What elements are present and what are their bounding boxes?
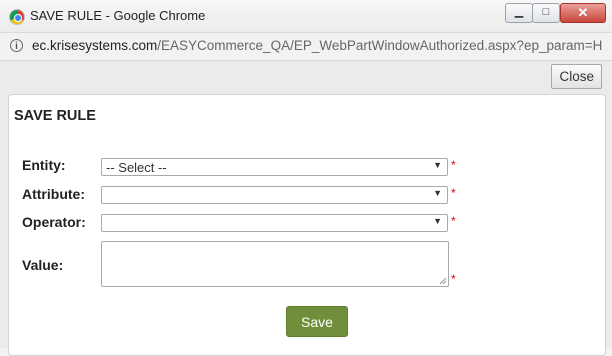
dropdown-arrow-icon: ▼ (433, 216, 442, 226)
chrome-icon (9, 9, 25, 25)
attribute-select[interactable]: ▼ (101, 186, 448, 204)
panel-title: SAVE RULE (14, 108, 96, 124)
window-titlebar: SAVE RULE - Google Chrome ▁ □ ✕ (0, 0, 612, 33)
value-label: Value: (22, 257, 64, 273)
operator-select[interactable]: ▼ (101, 214, 448, 232)
info-icon[interactable]: i (10, 39, 23, 52)
operator-label: Operator: (22, 214, 86, 230)
entity-label: Entity: (22, 157, 66, 173)
entity-select[interactable]: -- Select -- ▼ (101, 158, 448, 176)
required-marker: * (451, 272, 456, 286)
entity-select-value: -- Select -- (106, 160, 167, 175)
maximize-button[interactable]: □ (532, 3, 560, 23)
window-title: SAVE RULE - Google Chrome (30, 8, 206, 23)
save-rule-panel: SAVE RULE Entity: -- Select -- ▼ * Attri… (8, 94, 606, 356)
url-path: /EASYCommerce_QA/EP_WebPartWindowAuthori… (157, 38, 603, 53)
url-text[interactable]: ec.krisesystems.com/EASYCommerce_QA/EP_W… (32, 38, 612, 53)
dropdown-arrow-icon: ▼ (433, 160, 442, 170)
window-close-button[interactable]: ✕ (560, 3, 606, 23)
required-marker: * (451, 186, 456, 200)
page-content: Close SAVE RULE Entity: -- Select -- ▼ *… (0, 61, 612, 356)
dropdown-arrow-icon: ▼ (433, 188, 442, 198)
attribute-label: Attribute: (22, 186, 85, 202)
close-button[interactable]: Close (551, 64, 602, 89)
url-domain: ec.krisesystems.com (32, 38, 158, 53)
required-marker: * (451, 158, 456, 172)
address-bar[interactable]: i ec.krisesystems.com/EASYCommerce_QA/EP… (0, 33, 612, 61)
minimize-button[interactable]: ▁ (505, 3, 533, 23)
resize-grip-icon[interactable] (440, 278, 446, 284)
value-textarea[interactable] (101, 241, 449, 287)
required-marker: * (451, 214, 456, 228)
save-button[interactable]: Save (286, 306, 348, 337)
